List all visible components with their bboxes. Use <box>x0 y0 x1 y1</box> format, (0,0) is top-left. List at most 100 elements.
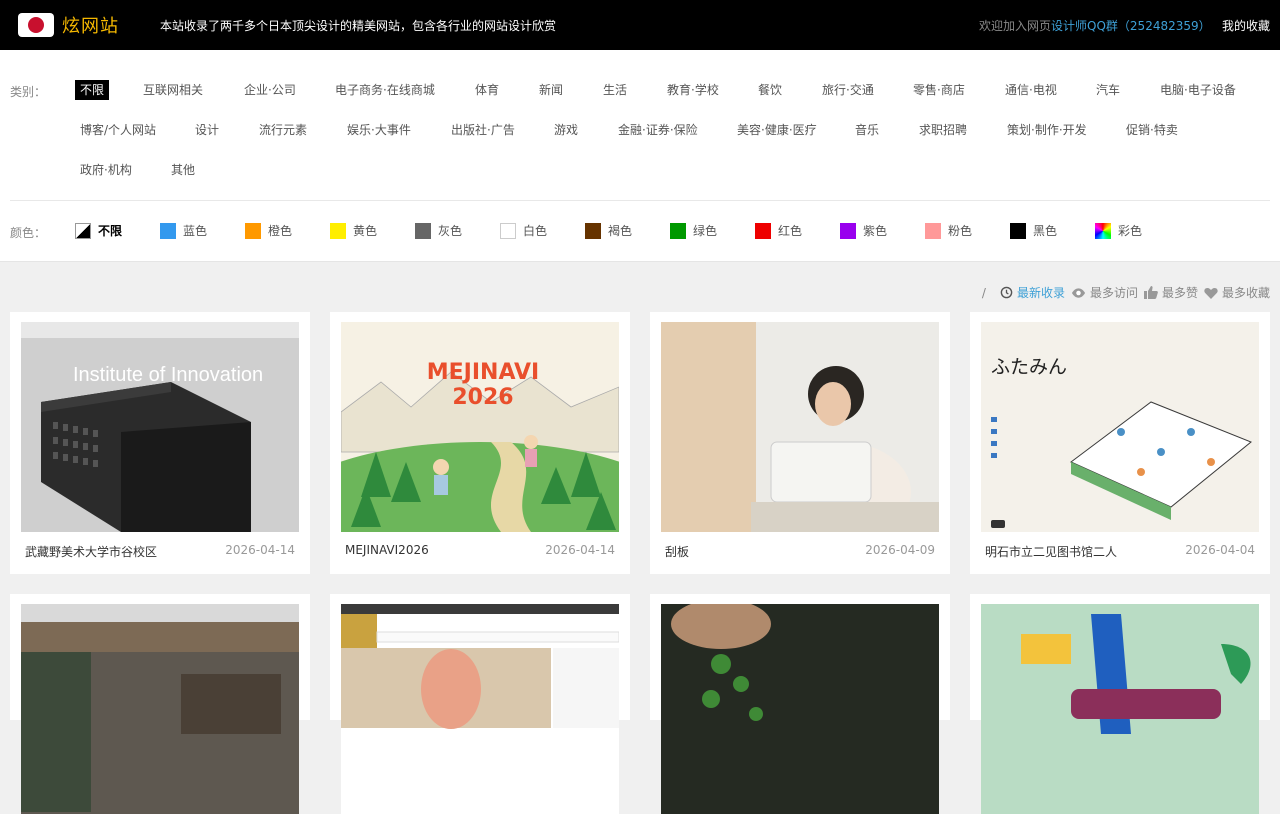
category-filter-item[interactable]: 策划·制作·开发 <box>1007 120 1087 140</box>
category-filter-item[interactable]: 企业·公司 <box>244 80 296 100</box>
site-title[interactable]: MEJINAVI2026 <box>345 543 429 557</box>
site-card[interactable] <box>10 594 310 814</box>
category-filter-item[interactable]: 金融·证券·保险 <box>618 120 698 140</box>
category-filter-item[interactable]: 流行元素 <box>259 120 307 140</box>
category-filter-item[interactable]: 汽车 <box>1096 80 1120 100</box>
thumbnail-headline: MEJINAVI 2026 <box>426 360 540 411</box>
qq-group-number[interactable]: （252482359） <box>1118 19 1211 33</box>
site-title[interactable]: 武藏野美术大学市谷校区 <box>25 543 157 560</box>
color-filter-purple[interactable]: 紫色 <box>840 222 887 239</box>
color-filter-white[interactable]: 白色 <box>500 222 547 239</box>
color-name: 灰色 <box>438 224 463 238</box>
purple-swatch-icon <box>840 222 856 239</box>
thumbs-up-icon <box>1143 286 1158 299</box>
category-filter-item[interactable]: 促销·特卖 <box>1126 120 1178 140</box>
site-thumbnail[interactable] <box>21 604 299 814</box>
color-name: 红色 <box>778 224 803 238</box>
color-filter-black[interactable]: 黑色 <box>1010 222 1057 239</box>
site-card[interactable]: Institute of Innovation 武藏野美术大学市谷校区 2026… <box>10 312 310 574</box>
site-thumbnail[interactable]: ふたみん <box>981 322 1259 532</box>
category-filter-item[interactable]: 设计 <box>195 120 219 140</box>
brown-swatch-icon <box>585 222 601 239</box>
site-card[interactable]: ふたみん 明石市立二见图书馆二人 2026-04-04 <box>970 312 1270 574</box>
logo-text: 炫网站 <box>62 16 119 37</box>
category-filter-item[interactable]: 体育 <box>475 80 499 100</box>
site-card[interactable] <box>970 594 1270 814</box>
filter-divider <box>10 200 1270 201</box>
category-filter-item[interactable]: 零售·商店 <box>913 80 965 100</box>
japan-flag-icon <box>18 13 54 37</box>
category-filter-item[interactable]: 游戏 <box>554 120 578 140</box>
category-filter-item[interactable]: 电脑·电子设备 <box>1160 80 1236 100</box>
site-thumbnail[interactable] <box>341 604 619 814</box>
color-filter-any[interactable]: 不限 <box>75 222 122 239</box>
color-filter-brown[interactable]: 褐色 <box>585 222 632 239</box>
site-thumbnail[interactable]: Institute of Innovation <box>21 322 299 532</box>
site-title[interactable]: 明石市立二见图书馆二人 <box>985 543 1117 560</box>
filter-panel: 类别： 不限 互联网相关 企业·公司 电子商务·在线商城 体育 新闻 生活 教育… <box>0 50 1280 262</box>
color-filter-green[interactable]: 绿色 <box>670 222 717 239</box>
color-name: 紫色 <box>863 224 888 238</box>
color-filter-gray[interactable]: 灰色 <box>415 222 462 239</box>
forest-illustration <box>341 322 619 532</box>
pink-swatch-icon <box>925 222 941 239</box>
color-label: 颜色： <box>10 226 47 240</box>
site-card[interactable]: MEJINAVI 2026 MEJINAVI2026 2026-04-14 <box>330 312 630 574</box>
category-filter-item[interactable]: 音乐 <box>855 120 879 140</box>
sort-most-liked[interactable]: 最多赞 <box>1143 284 1198 301</box>
site-card[interactable] <box>650 594 950 814</box>
site-tagline: 本站收录了两千多个日本顶尖设计的精美网站，包含各行业的网站设计欣赏 <box>160 19 557 33</box>
category-filter-item[interactable]: 美容·健康·医疗 <box>737 120 817 140</box>
qq-group-link[interactable]: 设计师QQ群 <box>1051 19 1118 33</box>
category-filter-item[interactable]: 不限 <box>75 80 110 100</box>
category-filter-item[interactable]: 旅行·交通 <box>822 80 874 100</box>
site-thumbnail[interactable]: MEJINAVI 2026 <box>341 322 619 532</box>
sort-most-visited[interactable]: 最多访问 <box>1071 284 1138 301</box>
color-filter-pink[interactable]: 粉色 <box>925 222 972 239</box>
color-filter-orange[interactable]: 橙色 <box>245 222 292 239</box>
site-thumbnail[interactable] <box>661 604 939 814</box>
red-swatch-icon <box>755 222 771 239</box>
category-filter-item[interactable]: 新闻 <box>539 80 563 100</box>
category-filter-item[interactable]: 互联网相关 <box>143 80 203 100</box>
sort-most-visited-label: 最多访问 <box>1089 286 1138 300</box>
color-filter-red[interactable]: 红色 <box>755 222 802 239</box>
category-filter-item[interactable]: 出版社·广告 <box>451 120 515 140</box>
colorful-illustration <box>981 604 1259 814</box>
site-title[interactable]: 刮板 <box>665 543 689 560</box>
category-filter-item[interactable]: 政府·机构 <box>80 160 132 180</box>
category-filter-item[interactable]: 餐饮 <box>758 80 782 100</box>
category-filter-item[interactable]: 教育·学校 <box>667 80 719 100</box>
black-swatch-icon <box>1010 222 1026 239</box>
category-filter-item[interactable]: 其他 <box>171 160 195 180</box>
category-filter-item[interactable]: 通信·电视 <box>1005 80 1057 100</box>
rice-shop-illustration <box>341 604 619 814</box>
category-filter-item[interactable]: 生活 <box>603 80 627 100</box>
plant-photo-illustration <box>661 604 939 814</box>
my-favorites-link[interactable]: 我的收藏 <box>1222 17 1270 34</box>
site-card[interactable] <box>330 594 630 814</box>
orange-swatch-icon <box>245 222 261 239</box>
site-logo[interactable]: 炫网站 <box>18 12 119 38</box>
site-thumbnail[interactable] <box>661 322 939 532</box>
heart-icon <box>1204 287 1218 299</box>
color-filter-blue[interactable]: 蓝色 <box>160 222 207 239</box>
category-filter-item[interactable]: 娱乐·大事件 <box>347 120 411 140</box>
color-filter-multicolor[interactable]: 彩色 <box>1095 222 1142 239</box>
site-thumbnail[interactable] <box>981 604 1259 814</box>
category-filter-item[interactable]: 博客/个人网站 <box>80 120 156 140</box>
sort-latest[interactable]: 最新收录 <box>1000 284 1065 301</box>
site-card[interactable]: 刮板 2026-04-09 <box>650 312 950 574</box>
clock-icon <box>1000 286 1013 299</box>
sort-most-favorited[interactable]: 最多收藏 <box>1204 284 1270 301</box>
category-filter-item[interactable]: 电子商务·在线商城 <box>335 80 435 100</box>
site-date: 2026-04-14 <box>225 543 295 557</box>
interior-photo-illustration <box>21 604 299 814</box>
thumbnail-headline: Institute of Innovation <box>73 364 264 386</box>
category-filter-item[interactable]: 求职招聘 <box>919 120 967 140</box>
site-date: 2026-04-09 <box>865 543 935 557</box>
color-name: 褐色 <box>608 224 633 238</box>
sort-most-favorited-label: 最多收藏 <box>1221 286 1270 300</box>
color-name: 橙色 <box>268 224 293 238</box>
color-filter-yellow[interactable]: 黄色 <box>330 222 377 239</box>
